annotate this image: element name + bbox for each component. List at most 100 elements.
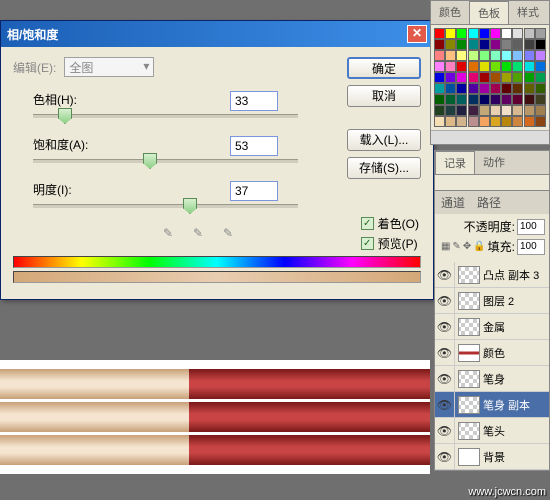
swatch[interactable] — [490, 116, 501, 127]
swatch[interactable] — [456, 83, 467, 94]
swatch[interactable] — [479, 83, 490, 94]
swatch[interactable] — [512, 105, 523, 116]
swatch[interactable] — [434, 105, 445, 116]
swatch[interactable] — [434, 50, 445, 61]
swatch[interactable] — [490, 72, 501, 83]
swatch[interactable] — [524, 105, 535, 116]
swatch[interactable] — [535, 28, 546, 39]
layer-item[interactable]: 👁 金属 — [435, 314, 549, 340]
swatch[interactable] — [468, 116, 479, 127]
layer-item[interactable]: 👁 颜色 — [435, 340, 549, 366]
swatch[interactable] — [524, 116, 535, 127]
swatch[interactable] — [434, 39, 445, 50]
swatch[interactable] — [512, 39, 523, 50]
swatch[interactable] — [434, 72, 445, 83]
visibility-icon[interactable]: 👁 — [437, 320, 452, 334]
visibility-icon[interactable]: 👁 — [437, 450, 452, 464]
swatch[interactable] — [468, 105, 479, 116]
swatch[interactable] — [501, 50, 512, 61]
swatch[interactable] — [479, 105, 490, 116]
swatch[interactable] — [445, 83, 456, 94]
layer-item[interactable]: 👁 笔头 — [435, 418, 549, 444]
lightness-input[interactable] — [230, 181, 278, 201]
load-button[interactable]: 载入(L)... — [347, 129, 421, 151]
swatch[interactable] — [524, 50, 535, 61]
swatch[interactable] — [479, 61, 490, 72]
layer-thumbnail[interactable] — [458, 396, 480, 414]
swatch[interactable] — [535, 116, 546, 127]
swatch[interactable] — [535, 105, 546, 116]
swatch[interactable] — [501, 116, 512, 127]
swatch[interactable] — [490, 83, 501, 94]
swatch[interactable] — [512, 61, 523, 72]
swatch[interactable] — [490, 105, 501, 116]
swatch[interactable] — [445, 39, 456, 50]
layer-thumbnail[interactable] — [458, 292, 480, 310]
swatch[interactable] — [535, 83, 546, 94]
swatches-grid[interactable] — [431, 25, 549, 130]
swatch[interactable] — [524, 72, 535, 83]
layer-thumbnail[interactable] — [458, 266, 480, 284]
swatch[interactable] — [512, 83, 523, 94]
eyedropper-icon[interactable]: ✎ — [163, 226, 183, 246]
swatch[interactable] — [535, 61, 546, 72]
swatch[interactable] — [479, 116, 490, 127]
swatch[interactable] — [524, 83, 535, 94]
lock-move-icon[interactable]: ✥ — [463, 241, 471, 252]
swatch[interactable] — [479, 28, 490, 39]
swatch[interactable] — [490, 94, 501, 105]
close-button[interactable]: ✕ — [407, 25, 427, 43]
tab-paths[interactable]: 路径 — [471, 191, 507, 214]
swatch[interactable] — [434, 94, 445, 105]
visibility-icon[interactable]: 👁 — [437, 346, 452, 360]
swatch[interactable] — [501, 105, 512, 116]
swatch[interactable] — [468, 83, 479, 94]
swatch[interactable] — [468, 94, 479, 105]
lock-brush-icon[interactable]: ✎ — [452, 241, 460, 252]
swatch[interactable] — [456, 116, 467, 127]
swatch[interactable] — [501, 72, 512, 83]
swatch[interactable] — [501, 83, 512, 94]
swatch[interactable] — [445, 94, 456, 105]
cancel-button[interactable]: 取消 — [347, 85, 421, 107]
swatch[interactable] — [456, 50, 467, 61]
layer-thumbnail[interactable] — [458, 370, 480, 388]
swatch[interactable] — [524, 94, 535, 105]
tab-swatches[interactable]: 色板 — [469, 1, 509, 24]
swatch[interactable] — [512, 116, 523, 127]
swatch[interactable] — [501, 28, 512, 39]
hue-input[interactable] — [230, 91, 278, 111]
swatch[interactable] — [479, 94, 490, 105]
edit-dropdown[interactable]: 全图 ▾ — [64, 57, 154, 77]
swatch[interactable] — [468, 28, 479, 39]
swatch[interactable] — [456, 28, 467, 39]
visibility-icon[interactable]: 👁 — [437, 294, 452, 308]
layer-item[interactable]: 👁 笔身 副本 — [435, 392, 549, 418]
swatch[interactable] — [490, 28, 501, 39]
layer-thumbnail[interactable] — [458, 422, 480, 440]
visibility-icon[interactable]: 👁 — [437, 424, 452, 438]
layer-item[interactable]: 👁 图层 2 — [435, 288, 549, 314]
swatch[interactable] — [445, 105, 456, 116]
swatch[interactable] — [512, 72, 523, 83]
opacity-input[interactable] — [517, 219, 545, 235]
swatch[interactable] — [434, 116, 445, 127]
swatch[interactable] — [524, 61, 535, 72]
preview-checkbox[interactable]: ✓ — [361, 237, 374, 250]
layer-item[interactable]: 👁 背景 — [435, 444, 549, 470]
swatch[interactable] — [445, 50, 456, 61]
save-button[interactable]: 存储(S)... — [347, 157, 421, 179]
saturation-slider[interactable] — [33, 159, 298, 163]
layer-thumbnail[interactable] — [458, 448, 480, 466]
tab-channels[interactable]: 通道 — [435, 191, 471, 214]
swatch[interactable] — [524, 28, 535, 39]
swatch[interactable] — [434, 61, 445, 72]
tab-styles[interactable]: 样式 — [509, 1, 547, 24]
swatch[interactable] — [456, 105, 467, 116]
visibility-icon[interactable]: 👁 — [437, 372, 452, 386]
swatch[interactable] — [445, 72, 456, 83]
swatch[interactable] — [445, 61, 456, 72]
swatch[interactable] — [445, 28, 456, 39]
swatch[interactable] — [535, 94, 546, 105]
swatch[interactable] — [468, 61, 479, 72]
